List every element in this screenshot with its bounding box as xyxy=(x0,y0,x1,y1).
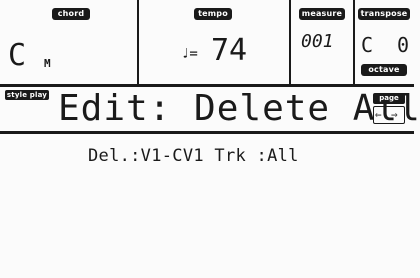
status-bar: chord C M tempo ♩= 74 measure 001 transp… xyxy=(0,0,414,87)
quarter-note-icon: ♩= xyxy=(181,46,198,62)
measure-label: measure xyxy=(299,8,345,20)
transpose-semitones: 0 xyxy=(397,33,410,57)
page-next-icon[interactable]: ⇒ xyxy=(391,108,398,122)
page-title-bar: style play Edit: Delete All xyxy=(0,87,420,134)
mode-badge: style play xyxy=(5,90,49,100)
tempo-label: tempo xyxy=(194,8,232,20)
chord-label: chord xyxy=(52,8,90,20)
octave-label: octave xyxy=(361,64,407,76)
tempo-panel[interactable]: tempo ♩= 74 xyxy=(139,0,289,84)
chord-panel[interactable]: chord C M xyxy=(0,0,137,84)
measure-panel: measure 001 xyxy=(291,0,353,84)
transpose-value: C xyxy=(361,33,374,57)
chord-type: M xyxy=(44,57,51,70)
page-nav-box[interactable]: ⇐ ⇒ xyxy=(373,106,405,124)
lcd-screen: chord C M tempo ♩= 74 measure 001 transp… xyxy=(0,0,420,278)
page-label: page xyxy=(373,93,405,104)
transpose-label: transpose xyxy=(358,8,410,20)
page-title: Edit: Delete All xyxy=(58,88,420,129)
page-navigator[interactable]: page ⇐ ⇒ xyxy=(373,93,405,124)
page-prev-icon[interactable]: ⇐ xyxy=(375,108,382,122)
tempo-value: 74 xyxy=(211,33,248,68)
transpose-panel[interactable]: transpose C 0 octave xyxy=(355,0,414,84)
delete-parameters[interactable]: Del.:V1-CV1 Trk :All xyxy=(88,146,299,166)
chord-root: C xyxy=(8,38,27,73)
measure-value: 001 xyxy=(301,31,334,52)
